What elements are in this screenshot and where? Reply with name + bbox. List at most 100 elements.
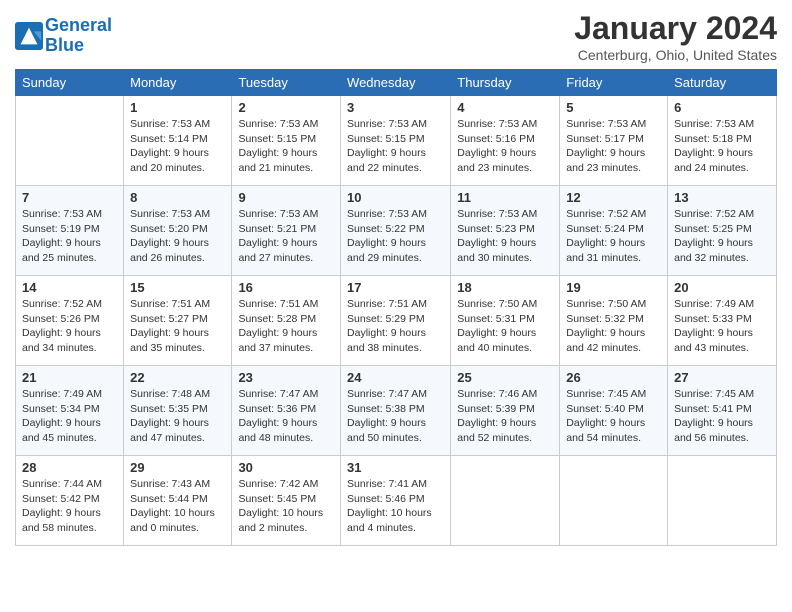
weekday-header: Sunday — [16, 70, 124, 96]
calendar-cell: 4Sunrise: 7:53 AM Sunset: 5:16 PM Daylig… — [451, 96, 560, 186]
calendar-cell: 30Sunrise: 7:42 AM Sunset: 5:45 PM Dayli… — [232, 456, 341, 546]
day-number: 26 — [566, 370, 661, 385]
day-number: 25 — [457, 370, 553, 385]
day-number: 11 — [457, 190, 553, 205]
day-number: 2 — [238, 100, 334, 115]
day-info: Sunrise: 7:53 AM Sunset: 5:15 PM Dayligh… — [347, 117, 444, 176]
day-number: 3 — [347, 100, 444, 115]
calendar-cell: 13 Sunrise: 7:52 AM Sunset: 5:25 PM Dayli… — [668, 186, 777, 276]
day-number: 10 — [347, 190, 444, 205]
calendar-cell: 31 Sunrise: 7:41 AM Sunset: 5:46 PM Dayli… — [341, 456, 451, 546]
calendar-cell: 6 Sunrise: 7:53 AM Sunset: 5:18 PM Daylig… — [668, 96, 777, 186]
calendar-cell: 7 Sunrise: 7:53 AM Sunset: 5:19 PM Daylig… — [16, 186, 124, 276]
calendar-cell: 9 Sunrise: 7:53 AM Sunset: 5:21 PM Daylig… — [232, 186, 341, 276]
day-number: 12 — [566, 190, 661, 205]
day-info: Sunrise: 7:52 AM Sunset: 5:26 PM Dayligh… — [22, 297, 117, 356]
day-info: Sunrise: 7:51 AM Sunset: 5:28 PM Dayligh… — [238, 297, 334, 356]
day-info: Sunrise: 7:45 AM Sunset: 5:40 PM Dayligh… — [566, 387, 661, 446]
day-info: Sunrise: 7:49 AM Sunset: 5:34 PM Dayligh… — [22, 387, 117, 446]
calendar-cell: 21 Sunrise: 7:49 AM Sunset: 5:34 PM Dayli… — [16, 366, 124, 456]
day-number: 16 — [238, 280, 334, 295]
weekday-header: Tuesday — [232, 70, 341, 96]
day-info: Sunrise: 7:53 AM Sunset: 5:14 PM Dayligh… — [130, 117, 225, 176]
day-info: Sunrise: 7:47 AM Sunset: 5:36 PM Dayligh… — [238, 387, 334, 446]
calendar-week-row: 21 Sunrise: 7:49 AM Sunset: 5:34 PM Dayli… — [16, 366, 777, 456]
day-info: Sunrise: 7:50 AM Sunset: 5:31 PM Dayligh… — [457, 297, 553, 356]
calendar-cell: 29Sunrise: 7:43 AM Sunset: 5:44 PM Dayli… — [124, 456, 232, 546]
day-info: Sunrise: 7:53 AM Sunset: 5:22 PM Dayligh… — [347, 207, 444, 266]
day-info: Sunrise: 7:51 AM Sunset: 5:27 PM Dayligh… — [130, 297, 225, 356]
day-number: 9 — [238, 190, 334, 205]
day-number: 21 — [22, 370, 117, 385]
month-title: January 2024 — [574, 10, 777, 47]
day-info: Sunrise: 7:46 AM Sunset: 5:39 PM Dayligh… — [457, 387, 553, 446]
calendar-cell: 12 Sunrise: 7:52 AM Sunset: 5:24 PM Dayli… — [560, 186, 668, 276]
day-number: 31 — [347, 460, 444, 475]
calendar-cell — [668, 456, 777, 546]
day-number: 4 — [457, 100, 553, 115]
logo-line2: Blue — [45, 35, 84, 55]
page-header: General Blue January 2024 Centerburg, Oh… — [15, 10, 777, 63]
day-number: 5 — [566, 100, 661, 115]
day-number: 7 — [22, 190, 117, 205]
calendar-cell: 24 Sunrise: 7:47 AM Sunset: 5:38 PM Dayli… — [341, 366, 451, 456]
day-number: 24 — [347, 370, 444, 385]
calendar-cell: 19 Sunrise: 7:50 AM Sunset: 5:32 PM Dayli… — [560, 276, 668, 366]
calendar-body: 1Sunrise: 7:53 AM Sunset: 5:14 PM Daylig… — [16, 96, 777, 546]
day-info: Sunrise: 7:53 AM Sunset: 5:19 PM Dayligh… — [22, 207, 117, 266]
weekday-header: Wednesday — [341, 70, 451, 96]
day-info: Sunrise: 7:51 AM Sunset: 5:29 PM Dayligh… — [347, 297, 444, 356]
calendar-cell — [451, 456, 560, 546]
weekday-row: SundayMondayTuesdayWednesdayThursdayFrid… — [16, 70, 777, 96]
day-number: 18 — [457, 280, 553, 295]
calendar-cell: 10 Sunrise: 7:53 AM Sunset: 5:22 PM Dayli… — [341, 186, 451, 276]
day-number: 22 — [130, 370, 225, 385]
calendar-cell: 1Sunrise: 7:53 AM Sunset: 5:14 PM Daylig… — [124, 96, 232, 186]
day-info: Sunrise: 7:52 AM Sunset: 5:24 PM Dayligh… — [566, 207, 661, 266]
calendar-cell: 22 Sunrise: 7:48 AM Sunset: 5:35 PM Dayli… — [124, 366, 232, 456]
day-info: Sunrise: 7:47 AM Sunset: 5:38 PM Dayligh… — [347, 387, 444, 446]
calendar-cell: 20Sunrise: 7:49 AM Sunset: 5:33 PM Dayli… — [668, 276, 777, 366]
title-block: January 2024 Centerburg, Ohio, United St… — [574, 10, 777, 63]
day-info: Sunrise: 7:44 AM Sunset: 5:42 PM Dayligh… — [22, 477, 117, 536]
day-number: 6 — [674, 100, 770, 115]
calendar-cell: 15 Sunrise: 7:51 AM Sunset: 5:27 PM Dayli… — [124, 276, 232, 366]
calendar-cell: 14 Sunrise: 7:52 AM Sunset: 5:26 PM Dayli… — [16, 276, 124, 366]
day-info: Sunrise: 7:53 AM Sunset: 5:17 PM Dayligh… — [566, 117, 661, 176]
day-info: Sunrise: 7:43 AM Sunset: 5:44 PM Dayligh… — [130, 477, 225, 536]
calendar-cell: 18 Sunrise: 7:50 AM Sunset: 5:31 PM Dayli… — [451, 276, 560, 366]
day-number: 19 — [566, 280, 661, 295]
day-info: Sunrise: 7:42 AM Sunset: 5:45 PM Dayligh… — [238, 477, 334, 536]
calendar-cell: 23 Sunrise: 7:47 AM Sunset: 5:36 PM Dayli… — [232, 366, 341, 456]
day-number: 14 — [22, 280, 117, 295]
weekday-header: Thursday — [451, 70, 560, 96]
day-info: Sunrise: 7:50 AM Sunset: 5:32 PM Dayligh… — [566, 297, 661, 356]
calendar-week-row: 7 Sunrise: 7:53 AM Sunset: 5:19 PM Daylig… — [16, 186, 777, 276]
calendar-cell: 8 Sunrise: 7:53 AM Sunset: 5:20 PM Daylig… — [124, 186, 232, 276]
day-info: Sunrise: 7:48 AM Sunset: 5:35 PM Dayligh… — [130, 387, 225, 446]
day-info: Sunrise: 7:52 AM Sunset: 5:25 PM Dayligh… — [674, 207, 770, 266]
day-number: 23 — [238, 370, 334, 385]
calendar-week-row: 1Sunrise: 7:53 AM Sunset: 5:14 PM Daylig… — [16, 96, 777, 186]
day-info: Sunrise: 7:53 AM Sunset: 5:21 PM Dayligh… — [238, 207, 334, 266]
calendar-cell: 3 Sunrise: 7:53 AM Sunset: 5:15 PM Daylig… — [341, 96, 451, 186]
calendar-week-row: 28Sunrise: 7:44 AM Sunset: 5:42 PM Dayli… — [16, 456, 777, 546]
day-info: Sunrise: 7:53 AM Sunset: 5:20 PM Dayligh… — [130, 207, 225, 266]
day-number: 15 — [130, 280, 225, 295]
logo-icon — [15, 22, 43, 50]
day-number: 8 — [130, 190, 225, 205]
day-number: 13 — [674, 190, 770, 205]
calendar-cell: 16 Sunrise: 7:51 AM Sunset: 5:28 PM Dayli… — [232, 276, 341, 366]
calendar-cell: 27Sunrise: 7:45 AM Sunset: 5:41 PM Dayli… — [668, 366, 777, 456]
calendar-cell: 11 Sunrise: 7:53 AM Sunset: 5:23 PM Dayli… — [451, 186, 560, 276]
logo-text: General Blue — [45, 16, 112, 56]
day-info: Sunrise: 7:41 AM Sunset: 5:46 PM Dayligh… — [347, 477, 444, 536]
location: Centerburg, Ohio, United States — [574, 47, 777, 63]
calendar-cell: 2Sunrise: 7:53 AM Sunset: 5:15 PM Daylig… — [232, 96, 341, 186]
weekday-header: Friday — [560, 70, 668, 96]
day-info: Sunrise: 7:53 AM Sunset: 5:18 PM Dayligh… — [674, 117, 770, 176]
day-info: Sunrise: 7:53 AM Sunset: 5:23 PM Dayligh… — [457, 207, 553, 266]
calendar-cell: 25 Sunrise: 7:46 AM Sunset: 5:39 PM Dayli… — [451, 366, 560, 456]
day-number: 27 — [674, 370, 770, 385]
calendar-cell — [560, 456, 668, 546]
